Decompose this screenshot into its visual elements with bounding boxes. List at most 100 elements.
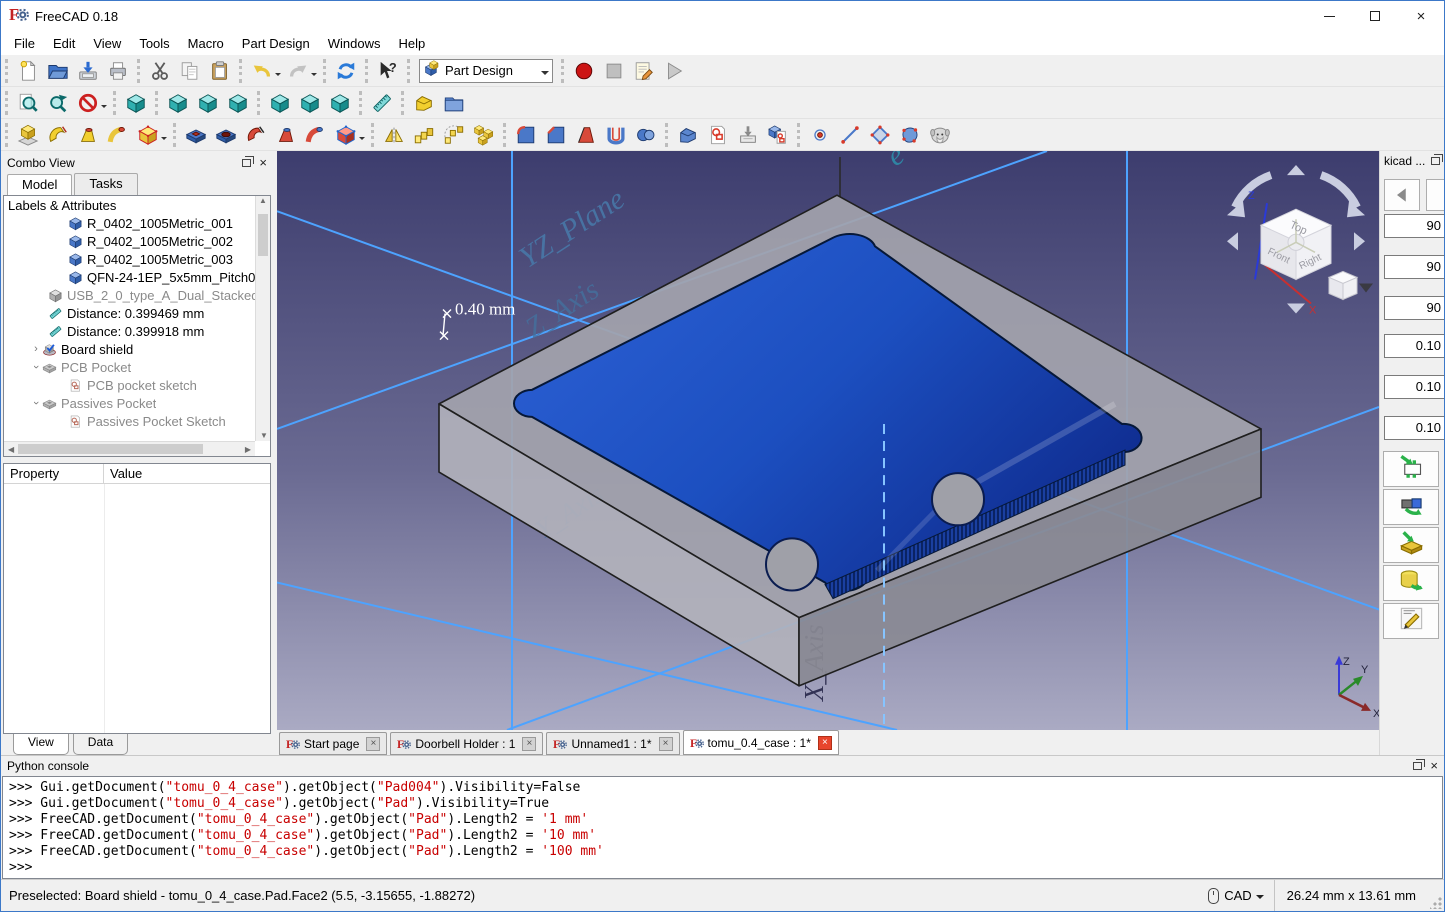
document-tab[interactable]: FStart page× xyxy=(279,732,387,755)
toolbar-drag-handle[interactable] xyxy=(155,91,160,115)
tree-item[interactable]: Passives Pocket Sketch xyxy=(4,412,255,430)
map-sketch-button[interactable] xyxy=(733,120,763,149)
pocket-button[interactable] xyxy=(181,120,211,149)
subtractive-primitive-button[interactable] xyxy=(331,120,361,149)
expand-chevron-icon[interactable]: › xyxy=(30,343,42,355)
tree-item[interactable]: ›Board shield xyxy=(4,340,255,358)
tree-vertical-scrollbar[interactable]: ▲▼ xyxy=(255,196,270,441)
create-body-button[interactable] xyxy=(409,88,439,117)
close-tab-icon[interactable]: × xyxy=(366,737,380,751)
undo-button[interactable] xyxy=(247,56,277,85)
collapse-chevron-icon[interactable]: › xyxy=(30,361,42,373)
toolbar-drag-handle[interactable] xyxy=(359,91,364,115)
paste-button[interactable] xyxy=(205,56,235,85)
rp-edit-button[interactable] xyxy=(1383,603,1439,639)
additive-primitive-button[interactable] xyxy=(133,120,163,149)
navcube-mini-cube[interactable] xyxy=(1329,271,1357,299)
close-tab-icon[interactable]: × xyxy=(522,737,536,751)
copy-button[interactable] xyxy=(175,56,205,85)
macro-edit-button[interactable] xyxy=(629,56,659,85)
python-console-input[interactable]: >>> Gui.getDocument("tomu_0_4_case").get… xyxy=(2,776,1443,879)
undo-dropdown-arrow[interactable] xyxy=(275,73,281,79)
tab-view[interactable]: View xyxy=(13,734,69,755)
kicad-value-field[interactable]: 90 xyxy=(1384,255,1444,279)
toolbar-drag-handle[interactable] xyxy=(407,59,412,83)
draw-style-dropdown-arrow[interactable] xyxy=(101,105,107,111)
toolbar-drag-handle[interactable] xyxy=(371,123,376,147)
toolbar-drag-handle[interactable] xyxy=(5,91,10,115)
redo-dropdown-arrow[interactable] xyxy=(311,73,317,79)
toolbar-drag-handle[interactable] xyxy=(323,59,328,83)
tree-item[interactable]: R_0402_1005Metric_001 xyxy=(4,214,255,232)
maximize-button[interactable] xyxy=(1352,1,1398,31)
fillet-button[interactable] xyxy=(511,120,541,149)
menu-tools[interactable]: Tools xyxy=(130,33,178,54)
document-tab[interactable]: FUnnamed1 : 1*× xyxy=(546,732,679,755)
menu-file[interactable]: File xyxy=(5,33,44,54)
kicad-value-field[interactable]: 0.10 xyxy=(1384,416,1444,440)
menu-part-design[interactable]: Part Design xyxy=(233,33,319,54)
menu-view[interactable]: View xyxy=(84,33,130,54)
tree-horizontal-scrollbar[interactable]: ◀▶ xyxy=(4,441,255,456)
refresh-button[interactable] xyxy=(331,56,361,85)
view-right-button[interactable] xyxy=(223,88,253,117)
toolbar-drag-handle[interactable] xyxy=(797,123,802,147)
save-file-button[interactable] xyxy=(73,56,103,85)
whats-this-button[interactable]: ? xyxy=(373,56,403,85)
open-file-button[interactable] xyxy=(43,56,73,85)
local-coordinate-system-button[interactable] xyxy=(895,120,925,149)
document-tab[interactable]: Ftomu_0.4_case : 1*× xyxy=(683,730,839,755)
new-file-button[interactable] xyxy=(13,56,43,85)
toolbar-drag-handle[interactable] xyxy=(239,59,244,83)
workbench-selector[interactable]: Part Design xyxy=(419,59,553,83)
rp-load-board-button[interactable] xyxy=(1383,527,1439,563)
subtractive-loft-button[interactable] xyxy=(271,120,301,149)
toolbar-drag-handle[interactable] xyxy=(5,123,10,147)
navigation-style-selector[interactable]: CAD xyxy=(1198,880,1273,911)
boolean-button[interactable] xyxy=(631,120,661,149)
datum-plane-button[interactable] xyxy=(865,120,895,149)
rp-export-ic-button[interactable] xyxy=(1383,489,1439,525)
float-panel-icon[interactable] xyxy=(1431,157,1440,165)
scrollbar-thumb[interactable] xyxy=(258,214,268,256)
view-top-button[interactable] xyxy=(193,88,223,117)
polar-pattern-button[interactable] xyxy=(439,120,469,149)
toolbar-drag-handle[interactable] xyxy=(365,59,370,83)
kicad-clipped-button[interactable] xyxy=(1426,179,1444,211)
view-left-button[interactable] xyxy=(325,88,355,117)
tree-item[interactable]: R_0402_1005Metric_003 xyxy=(4,250,255,268)
float-panel-icon[interactable] xyxy=(242,159,251,167)
kicad-value-field[interactable]: 0.10 xyxy=(1384,375,1444,399)
toolbar-drag-handle[interactable] xyxy=(561,59,566,83)
datum-line-button[interactable] xyxy=(835,120,865,149)
float-panel-icon[interactable] xyxy=(1413,762,1422,770)
toolbar-drag-handle[interactable] xyxy=(401,91,406,115)
create-body-blue-button[interactable] xyxy=(673,120,703,149)
kicad-value-field[interactable]: 90 xyxy=(1384,296,1444,320)
hole-button[interactable] xyxy=(211,120,241,149)
shape-binder-button[interactable] xyxy=(925,120,955,149)
resize-grip[interactable] xyxy=(1430,897,1442,909)
linear-pattern-button[interactable] xyxy=(409,120,439,149)
cut-button[interactable] xyxy=(145,56,175,85)
close-button[interactable]: × xyxy=(1398,1,1444,31)
toolbar-drag-handle[interactable] xyxy=(5,59,10,83)
tree-item[interactable]: ›Passives Pocket xyxy=(4,394,255,412)
chamfer-button[interactable] xyxy=(541,120,571,149)
print-button[interactable] xyxy=(103,56,133,85)
close-tab-icon[interactable]: × xyxy=(659,737,673,751)
minimize-button[interactable] xyxy=(1306,1,1352,31)
tree-item[interactable]: ›PCB Pocket xyxy=(4,358,255,376)
mirrored-button[interactable] xyxy=(379,120,409,149)
view-front-button[interactable] xyxy=(163,88,193,117)
toolbar-drag-handle[interactable] xyxy=(137,59,142,83)
draw-style-button[interactable] xyxy=(73,88,103,117)
close-panel-icon[interactable]: × xyxy=(1430,761,1438,771)
view-rear-button[interactable] xyxy=(265,88,295,117)
close-panel-icon[interactable]: × xyxy=(259,158,267,168)
menu-help[interactable]: Help xyxy=(389,33,434,54)
draft-button[interactable] xyxy=(571,120,601,149)
scrollbar-thumb[interactable] xyxy=(18,444,203,454)
revolution-button[interactable] xyxy=(43,120,73,149)
fit-all-button[interactable] xyxy=(13,88,43,117)
